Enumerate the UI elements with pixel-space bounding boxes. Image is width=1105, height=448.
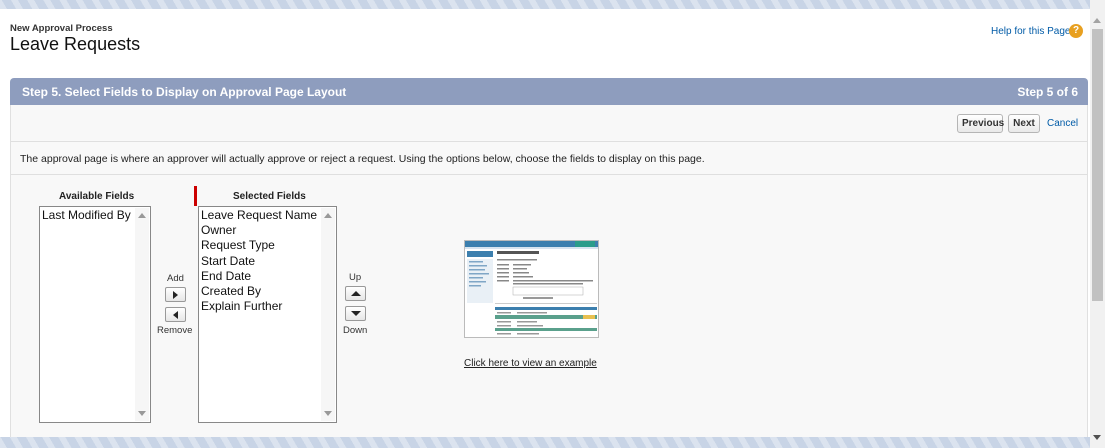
available-fields-listbox[interactable]: Last Modified By (39, 206, 151, 423)
selected-field-option[interactable]: End Date (201, 269, 320, 284)
bottom-decorative-strip (0, 437, 1090, 448)
step-counter: Step 5 of 6 (1017, 85, 1078, 99)
page-title: Leave Requests (10, 34, 141, 54)
remove-button[interactable] (165, 307, 186, 322)
arrow-up-icon (351, 291, 361, 296)
selected-field-option[interactable]: Created By (201, 284, 320, 299)
divider (11, 141, 1087, 142)
arrow-right-icon (173, 291, 178, 299)
available-fields-label: Available Fields (59, 191, 135, 202)
scroll-up-icon[interactable] (138, 213, 146, 218)
move-down-button[interactable] (345, 306, 366, 321)
selected-fields-listbox[interactable]: Leave Request Name Owner Request Type St… (198, 206, 337, 423)
scroll-down-icon[interactable] (324, 411, 332, 416)
page-scrollbar[interactable] (1090, 10, 1105, 448)
down-label: Down (343, 325, 368, 336)
required-indicator (194, 186, 197, 206)
preview-image (465, 241, 598, 335)
scrollbar-thumb[interactable] (1092, 29, 1103, 301)
help-link[interactable]: Help for this Page (991, 26, 1071, 37)
listbox-scrollbar[interactable] (321, 208, 335, 421)
view-example-link[interactable]: Click here to view an example (464, 358, 597, 369)
listbox-scrollbar[interactable] (135, 208, 149, 421)
remove-label: Remove (157, 325, 193, 336)
selected-field-option[interactable]: Start Date (201, 254, 320, 269)
add-label: Add (167, 273, 184, 284)
top-decorative-strip (0, 0, 1090, 9)
selected-field-option[interactable]: Leave Request Name (201, 208, 320, 223)
available-field-option[interactable]: Last Modified By (42, 208, 134, 223)
selected-field-option[interactable]: Request Type (201, 238, 320, 253)
page-subtitle: New Approval Process (10, 23, 113, 34)
cancel-link[interactable]: Cancel (1047, 118, 1078, 129)
selected-field-option[interactable]: Owner (201, 223, 320, 238)
step-header-bar: Step 5. Select Fields to Display on Appr… (10, 78, 1088, 105)
scroll-up-icon[interactable] (1093, 18, 1101, 23)
scrollbar-corner (1090, 0, 1105, 10)
previous-button[interactable]: Previous (957, 114, 1004, 133)
approval-page-preview-thumbnail[interactable] (464, 240, 599, 338)
selected-field-option[interactable]: Explain Further (201, 299, 320, 314)
step-title: Step 5. Select Fields to Display on Appr… (22, 85, 347, 99)
arrow-left-icon (173, 311, 178, 319)
up-label: Up (349, 272, 362, 283)
selected-fields-items: Leave Request Name Owner Request Type St… (201, 208, 320, 314)
scroll-down-icon[interactable] (1093, 435, 1101, 440)
divider (11, 174, 1087, 175)
move-up-button[interactable] (345, 286, 366, 301)
description-text: The approval page is where an approver w… (20, 153, 705, 165)
arrow-down-icon (351, 311, 361, 316)
scroll-up-icon[interactable] (324, 213, 332, 218)
next-button[interactable]: Next (1008, 114, 1040, 133)
selected-fields-label: Selected Fields (233, 191, 306, 202)
add-button[interactable] (165, 287, 186, 302)
question-circle-icon[interactable]: ? (1069, 24, 1083, 38)
scroll-down-icon[interactable] (138, 411, 146, 416)
available-fields-items: Last Modified By (42, 208, 134, 223)
